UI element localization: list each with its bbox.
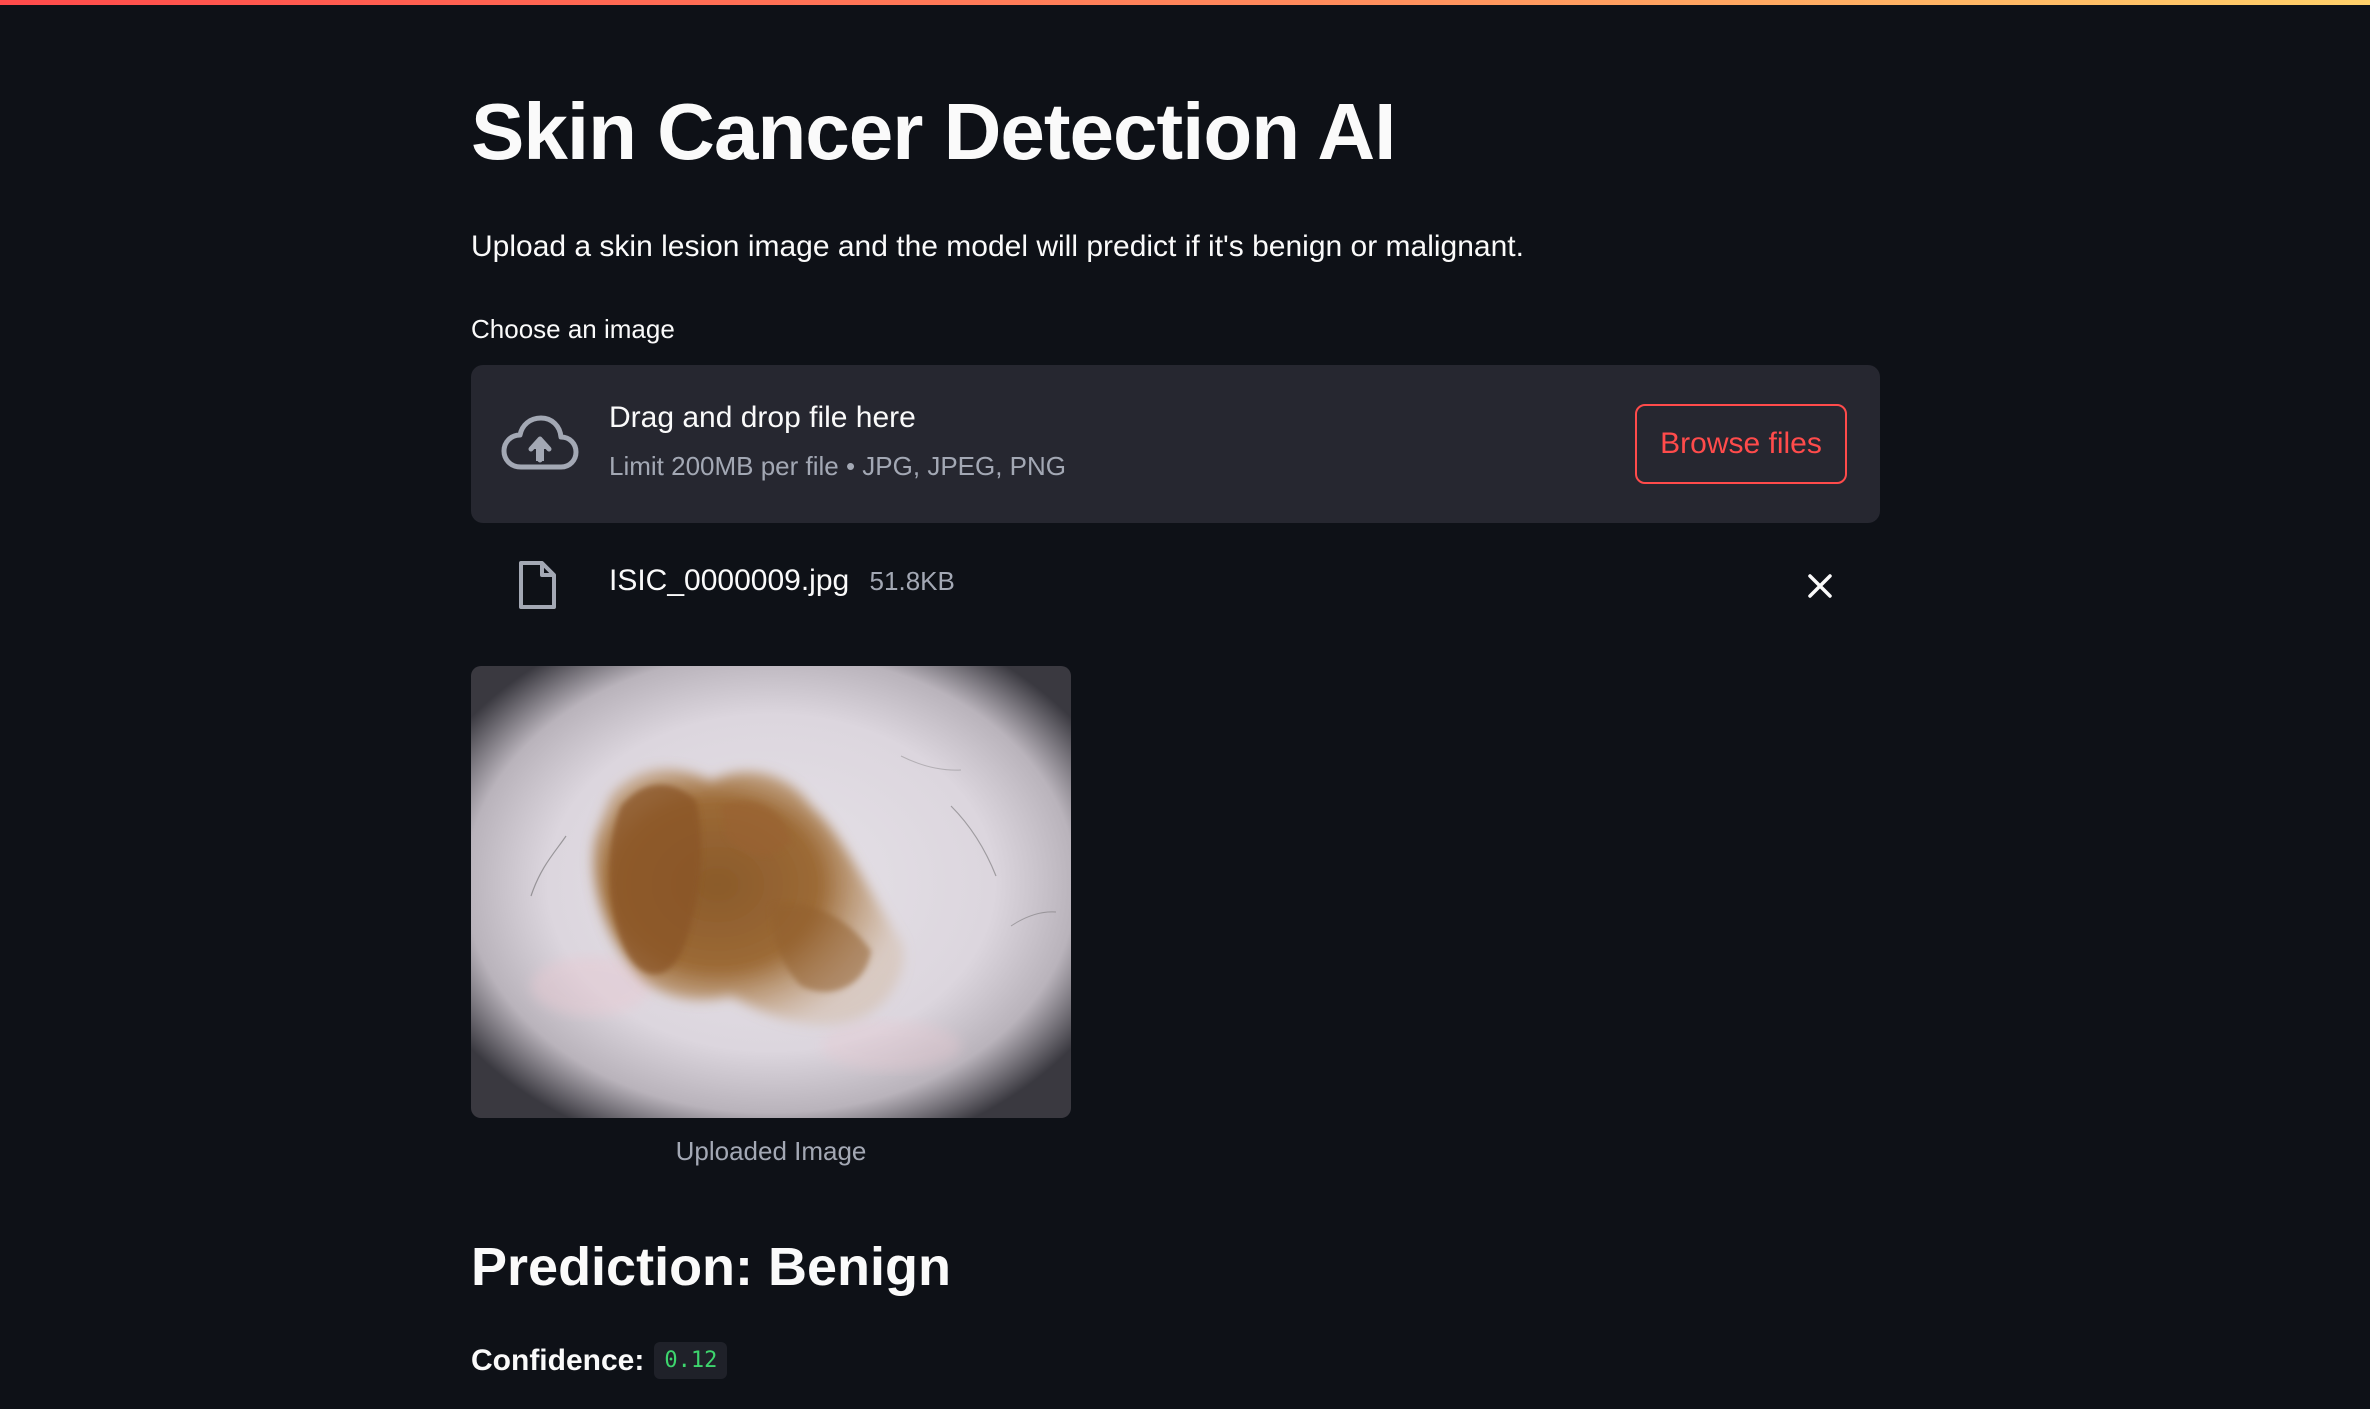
cloud-upload-icon — [501, 413, 579, 475]
uploaded-file-row: ISIC_0000009.jpg 51.8KB — [471, 550, 1880, 622]
confidence-value: 0.12 — [654, 1342, 728, 1379]
file-dropzone[interactable]: Drag and drop file here Limit 200MB per … — [471, 365, 1880, 523]
dropzone-limit: Limit 200MB per file • JPG, JPEG, PNG — [609, 451, 1067, 481]
browse-files-button[interactable]: Browse files — [1635, 404, 1847, 484]
dropzone-title: Drag and drop file here — [609, 401, 916, 434]
page-title: Skin Cancer Detection AI — [471, 87, 1396, 176]
uploaded-file-info: ISIC_0000009.jpg 51.8KB — [609, 564, 955, 598]
main-content: Skin Cancer Detection AI Upload a skin l… — [471, 0, 1880, 1409]
confidence-label: Confidence: — [471, 1343, 645, 1377]
close-icon[interactable] — [1802, 568, 1838, 604]
prediction-heading: Prediction: Benign — [471, 1237, 952, 1297]
uploaded-file-name: ISIC_0000009.jpg — [609, 564, 850, 597]
page-description: Upload a skin lesion image and the model… — [471, 230, 1524, 263]
uploaded-image — [471, 666, 1071, 1118]
uploaded-file-size: 51.8KB — [869, 566, 955, 596]
image-caption: Uploaded Image — [675, 1136, 867, 1166]
file-icon — [517, 560, 557, 610]
file-uploader-label: Choose an image — [471, 314, 675, 344]
confidence-line: Confidence: 0.12 — [471, 1342, 728, 1379]
dropzone-instructions: Drag and drop file here Limit 200MB per … — [609, 401, 1066, 482]
